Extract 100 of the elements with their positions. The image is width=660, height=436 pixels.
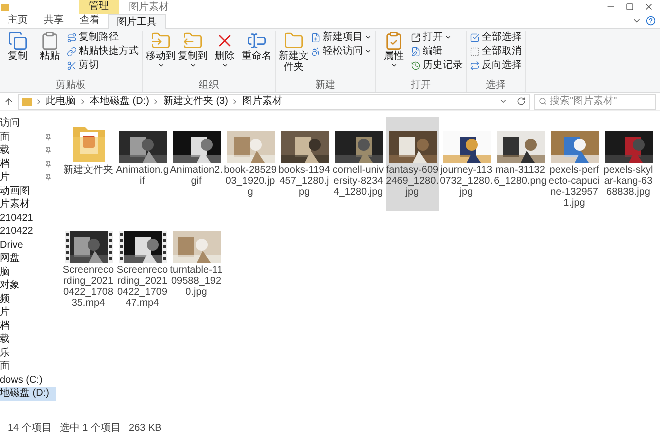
- nav-item[interactable]: 载: [0, 144, 56, 158]
- invert-selection-icon: [470, 60, 480, 70]
- ribbon-button[interactable]: 打开: [411, 31, 463, 44]
- folder-arrow-icon: [151, 31, 171, 51]
- ribbon-button[interactable]: 移动到: [146, 31, 176, 80]
- ribbon-tab[interactable]: 查看: [72, 13, 108, 28]
- ribbon-button[interactable]: 属性: [379, 31, 409, 80]
- file-name: Animation2.gif: [170, 165, 223, 187]
- breadcrumb[interactable]: 新建文件夹 (3): [163, 94, 228, 109]
- ribbon-button[interactable]: 粘贴快捷方式: [67, 45, 139, 58]
- ribbon-button[interactable]: 粘贴: [35, 31, 65, 80]
- breadcrumb[interactable]: 本地磁盘 (D:): [90, 94, 150, 109]
- copy-icon: [8, 31, 28, 51]
- refresh-icon[interactable]: [517, 97, 526, 106]
- file-item[interactable]: fantasy-6092469_1280.jpg: [386, 117, 439, 211]
- ribbon-tab[interactable]: 主页: [0, 13, 36, 28]
- nav-item[interactable]: 地磁盘 (D:): [0, 387, 56, 400]
- nav-item[interactable]: 载: [0, 333, 56, 346]
- caret-icon[interactable]: [499, 97, 508, 106]
- breadcrumb[interactable]: 此电脑: [46, 94, 76, 109]
- ribbon-tab[interactable]: 图片工具: [108, 14, 166, 29]
- nav-item[interactable]: 乐: [0, 346, 56, 360]
- ribbon-button[interactable]: 全部选择: [470, 31, 522, 44]
- nav-item[interactable]: 210422: [0, 225, 56, 238]
- file-item[interactable]: book-2852903_1920.jpg: [224, 117, 277, 211]
- address-bar[interactable]: 此电脑 本地磁盘 (D:) 新建文件夹 (3) 图片素材: [18, 94, 530, 110]
- up-icon[interactable]: [4, 96, 14, 106]
- nav-item[interactable]: 访问: [0, 117, 56, 130]
- file-item[interactable]: pexels-perfecto-capucine-1329571.jpg: [548, 117, 601, 211]
- file-name: fantasy-6092469_1280.jpg: [386, 165, 439, 198]
- file-item[interactable]: Screenrecording_20210422_170835.mp4: [62, 217, 115, 311]
- path-icon: [67, 32, 77, 42]
- file-item[interactable]: Animation2.gif: [170, 117, 223, 211]
- nav-item[interactable]: 210421: [0, 212, 56, 225]
- ribbon-button[interactable]: 复制路径: [67, 31, 139, 44]
- nav-item[interactable]: 对象: [0, 279, 56, 292]
- file-name: pexels-perfecto-capucine-1329571.jpg: [548, 165, 601, 209]
- edit-icon: [411, 46, 421, 56]
- status-text: 14 个项目: [8, 422, 52, 436]
- context-tab-label: 管理: [79, 0, 119, 14]
- status-text: 选中 1 个项目: [60, 422, 122, 436]
- group-label: 剪贴板: [55, 80, 87, 92]
- file-item[interactable]: man-311326_1280.png: [494, 117, 547, 211]
- open-icon: [411, 32, 421, 42]
- properties-icon: [384, 31, 404, 51]
- nav-item[interactable]: 网盘: [0, 252, 56, 266]
- file-item[interactable]: Animation.gif: [116, 117, 169, 211]
- nav-item[interactable]: dows (C:): [0, 374, 56, 387]
- select-all-icon: [470, 32, 480, 42]
- nav-item[interactable]: 脑: [0, 266, 56, 279]
- rename-icon: [247, 31, 267, 51]
- ribbon-button[interactable]: 新建文件夹: [279, 31, 309, 80]
- nav-item[interactable]: 档: [0, 158, 56, 171]
- ribbon-button[interactable]: 重命名: [242, 31, 272, 80]
- ribbon-button[interactable]: 历史记录: [411, 59, 463, 72]
- ribbon-button[interactable]: 剪切: [67, 59, 139, 72]
- folder-icon: [1, 4, 9, 10]
- nav-item[interactable]: 面: [0, 360, 56, 374]
- ribbon-button[interactable]: 反向选择: [470, 59, 522, 72]
- ribbon-button[interactable]: 新建项目: [311, 31, 372, 44]
- nav-item[interactable]: 动画图: [0, 184, 56, 198]
- file-item[interactable]: journey-1130732_1280.jpg: [440, 117, 493, 211]
- ribbon-button[interactable]: 删除: [210, 31, 240, 80]
- file-name: book-2852903_1920.jpg: [224, 165, 277, 198]
- chevron-icon: [79, 98, 87, 106]
- group-label: 打开: [410, 80, 432, 92]
- file-name: turntable-1109588_1920.jpg: [170, 265, 223, 298]
- breadcrumb[interactable]: 图片素材: [242, 94, 282, 109]
- folder-icon: [22, 98, 32, 106]
- history-icon: [411, 60, 421, 70]
- nav-item[interactable]: 档: [0, 320, 56, 333]
- group-label: 选择: [485, 80, 507, 92]
- nav-item[interactable]: 片: [0, 306, 56, 320]
- file-item[interactable]: 新建文件夹: [62, 117, 115, 211]
- clipboard-icon: [40, 31, 60, 51]
- ribbon-button[interactable]: 编辑: [411, 45, 463, 58]
- ribbon-tab[interactable]: 共享: [36, 13, 72, 28]
- file-item[interactable]: Screenrecording_20210422_170947.mp4: [116, 217, 169, 311]
- search-icon: [539, 97, 548, 106]
- file-item[interactable]: pexels-skylar-kang-6368838.jpg: [602, 117, 655, 211]
- nav-item[interactable]: Drive: [0, 238, 56, 252]
- ribbon-button[interactable]: 复制: [3, 31, 33, 80]
- file-name: journey-1130732_1280.jpg: [440, 165, 493, 198]
- file-name: man-311326_1280.png: [494, 165, 547, 187]
- file-item[interactable]: cornell-university-82344_1280.jpg: [332, 117, 385, 211]
- nav-item[interactable]: 片: [0, 171, 56, 184]
- help-icon[interactable]: [646, 16, 656, 26]
- search-field[interactable]: 搜索"图片素材": [534, 94, 656, 110]
- ribbon-button[interactable]: 轻松访问: [311, 45, 372, 58]
- nav-item[interactable]: 片素材: [0, 198, 56, 212]
- maximize-icon[interactable]: [626, 3, 634, 11]
- file-item[interactable]: turntable-1109588_1920.jpg: [170, 217, 223, 311]
- file-name: Animation.gif: [116, 165, 169, 187]
- file-item[interactable]: books-1194457_1280.jpg: [278, 117, 331, 211]
- nav-item[interactable]: 频: [0, 292, 56, 306]
- close-icon[interactable]: [644, 2, 654, 12]
- ribbon-button[interactable]: 全部取消: [470, 45, 522, 58]
- nav-item[interactable]: 面: [0, 130, 56, 144]
- file-name: 新建文件夹: [62, 165, 114, 176]
- ribbon-button[interactable]: 复制到: [178, 31, 208, 80]
